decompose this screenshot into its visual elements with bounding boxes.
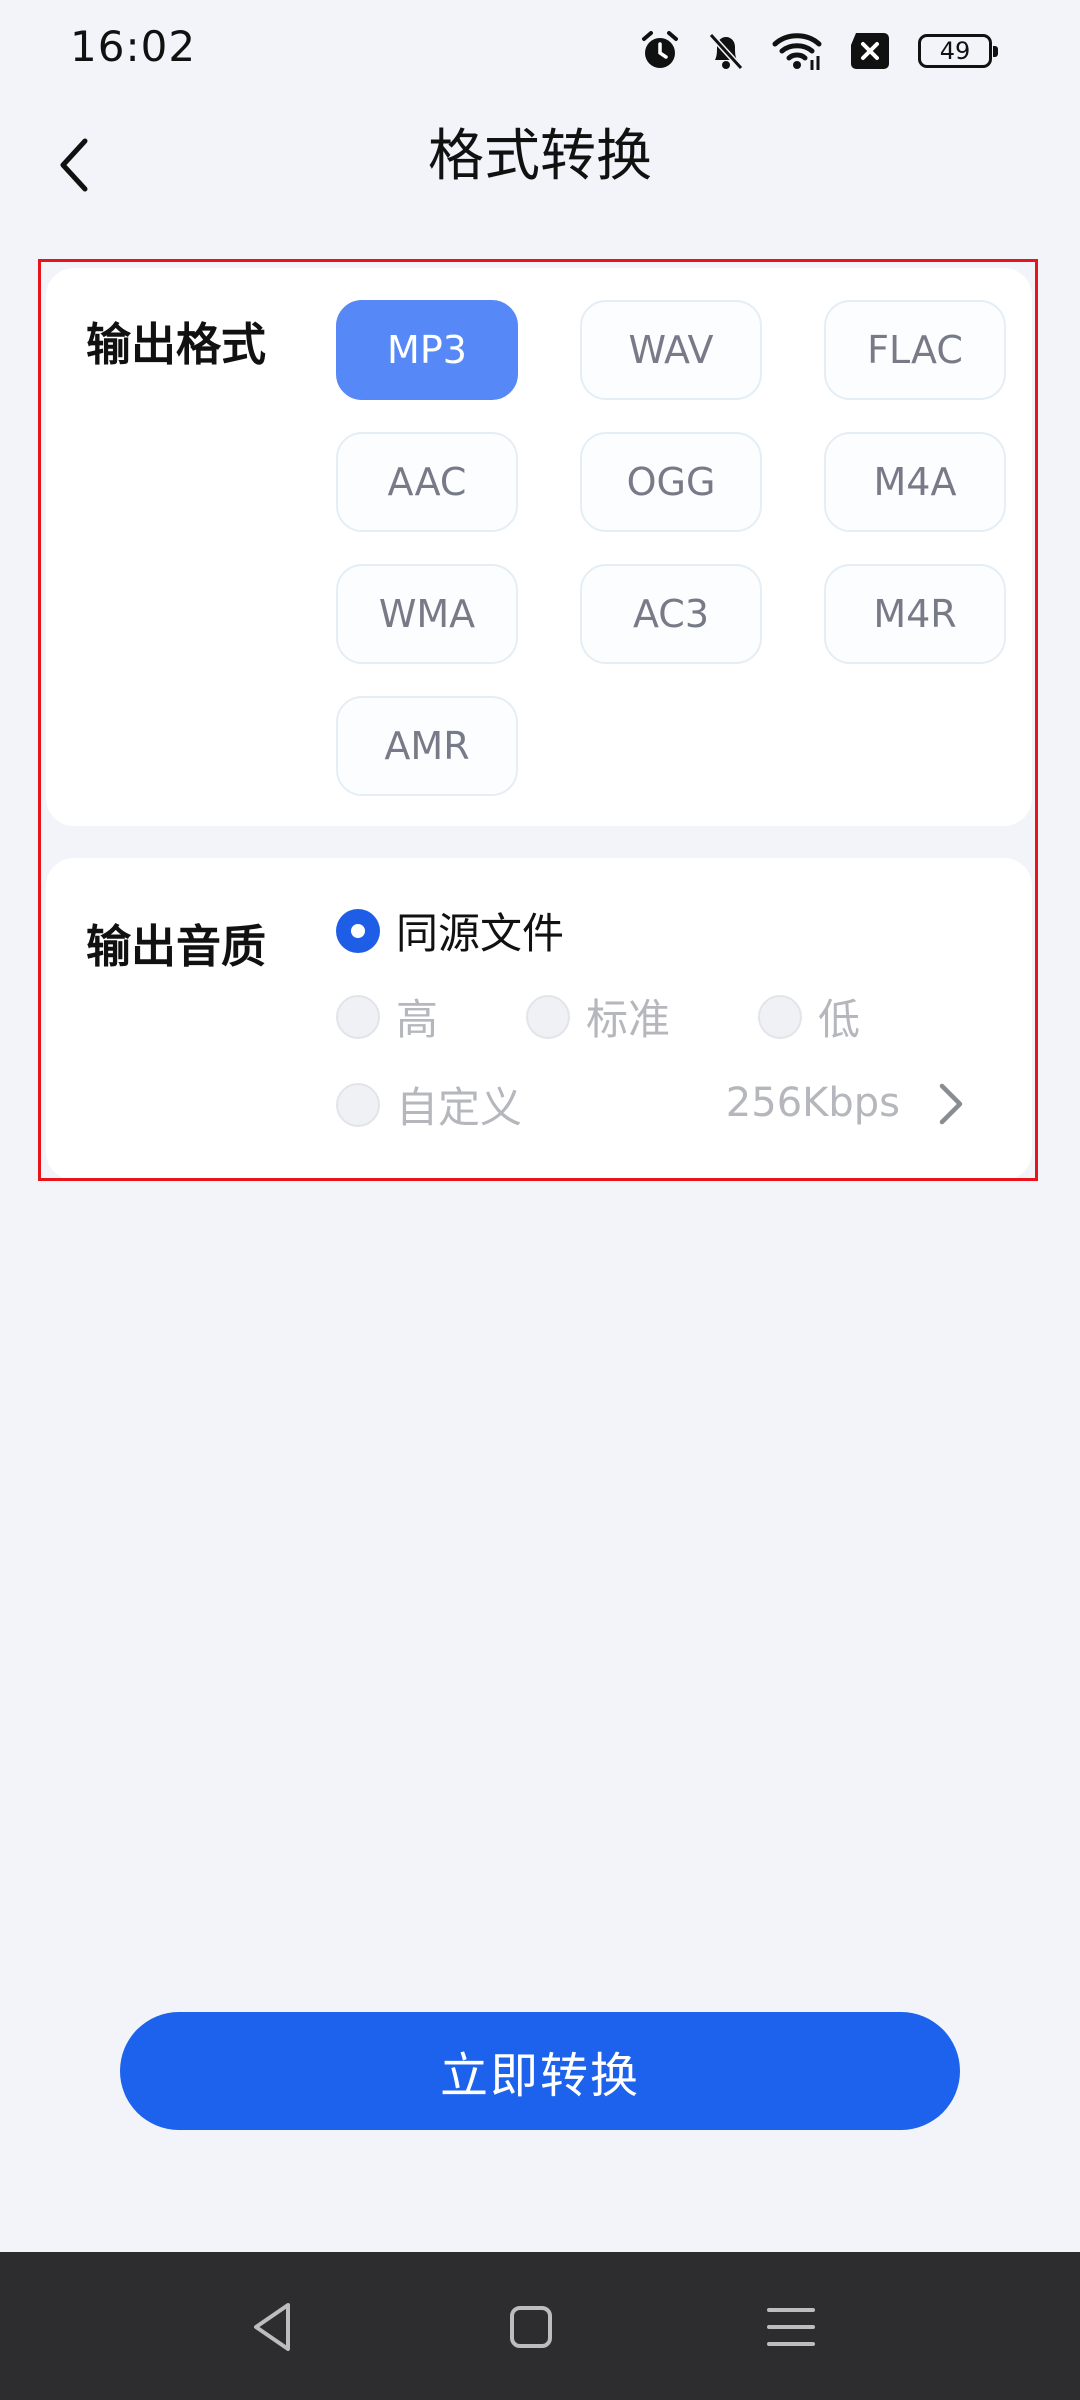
battery-level: 49 (939, 37, 971, 65)
page-title: 格式转换 (428, 124, 652, 189)
battery-icon: 49 (918, 34, 998, 68)
status-bar: 16:02 49 (0, 0, 1080, 100)
alarm-icon (642, 31, 678, 68)
nav-home-button[interactable] (496, 2292, 566, 2362)
wifi-icon (772, 33, 822, 70)
nav-menu-button[interactable] (756, 2292, 826, 2362)
bell-off-icon (708, 32, 744, 71)
status-icons: 49 (640, 28, 998, 74)
home-square-icon (510, 2306, 552, 2348)
back-triangle-icon (254, 2303, 290, 2351)
screen: 16:02 49 格式转换 输出格式 MP3 WAV FLAC AAC OGG … (0, 0, 1080, 2400)
nav-back-button[interactable] (238, 2292, 308, 2362)
status-time: 16:02 (70, 22, 197, 71)
convert-now-button[interactable]: 立即转换 (120, 2012, 960, 2130)
sim-off-icon (851, 33, 889, 69)
selection-outline (38, 259, 1038, 1181)
navigation-bar (0, 2252, 1080, 2400)
menu-lines-icon (767, 2308, 815, 2346)
